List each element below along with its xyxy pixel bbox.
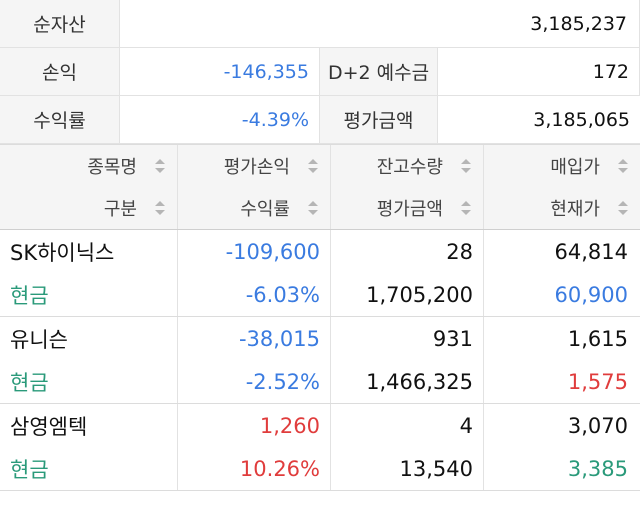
stock-type: 현금 [0, 273, 178, 316]
sort-icon [618, 201, 628, 215]
pnl-label: 손익 [0, 48, 120, 96]
stock-return-rate: -6.03% [178, 273, 331, 316]
header-stock-name[interactable]: 종목명 [0, 145, 178, 187]
stock-current-price: 1,575 [567, 369, 628, 394]
return-label: 수익률 [0, 96, 120, 144]
sort-icon [461, 159, 471, 173]
stock-pnl: -38,015 [178, 317, 331, 360]
table-row[interactable]: 유니슨 -38,015 931 1,615 현금 -2.52% 1,466,32… [0, 317, 640, 404]
deposit-label: D+2 예수금 [320, 48, 438, 96]
stock-type: 현금 [0, 447, 178, 490]
header-eval-pnl[interactable]: 평가손익 [178, 145, 331, 187]
header-quantity[interactable]: 잔고수량 [331, 145, 484, 187]
sort-icon [308, 201, 318, 215]
stock-buy-price: 1,615 [567, 326, 628, 351]
stock-pnl: 1,260 [178, 404, 331, 447]
stock-buy-price: 64,814 [554, 239, 628, 264]
sort-icon [618, 159, 628, 173]
stock-type: 현금 [0, 360, 178, 403]
sort-icon [155, 159, 165, 173]
holdings-header: 종목명 평가손익 잔고수량 매입가 구분 수익률 평가금액 현재가 [0, 144, 640, 230]
stock-quantity: 28 [331, 230, 484, 273]
stock-current-price: 3,385 [567, 456, 628, 481]
header-return-rate[interactable]: 수익률 [178, 187, 331, 229]
eval-label: 평가금액 [320, 96, 438, 144]
sort-icon [461, 201, 471, 215]
stock-eval-amount: 13,540 [331, 447, 484, 490]
pnl-value: -146,355 [120, 48, 320, 96]
stock-quantity: 931 [331, 317, 484, 360]
deposit-value: 172 [438, 48, 640, 96]
stock-current-price: 60,900 [554, 282, 628, 307]
table-row[interactable]: 삼영엠텍 1,260 4 3,070 현금 10.26% 13,540 3,38… [0, 404, 640, 491]
header-type[interactable]: 구분 [0, 187, 178, 229]
table-row[interactable]: SK하이닉스 -109,600 28 64,814 현금 -6.03% 1,70… [0, 230, 640, 317]
stock-name: SK하이닉스 [0, 230, 178, 273]
stock-return-rate: -2.52% [178, 360, 331, 403]
stock-buy-price: 3,070 [567, 413, 628, 438]
stock-quantity: 4 [331, 404, 484, 447]
stock-pnl: -109,600 [178, 230, 331, 273]
stock-name: 삼영엠텍 [0, 404, 178, 447]
stock-return-rate: 10.26% [178, 447, 331, 490]
header-eval-amount[interactable]: 평가금액 [331, 187, 484, 229]
stock-eval-amount: 1,466,325 [331, 360, 484, 403]
net-assets-label: 순자산 [0, 0, 120, 48]
eval-value: 3,185,065 [438, 96, 640, 144]
stock-eval-amount: 1,705,200 [331, 273, 484, 316]
account-summary: 순자산 3,185,237 손익 -146,355 D+2 예수금 172 수익… [0, 0, 640, 144]
header-buy-price[interactable]: 매입가 [484, 145, 640, 187]
return-value: -4.39% [120, 96, 320, 144]
sort-icon [308, 159, 318, 173]
stock-name: 유니슨 [0, 317, 178, 360]
sort-icon [155, 201, 165, 215]
header-current-price[interactable]: 현재가 [484, 187, 640, 229]
net-assets-value: 3,185,237 [120, 0, 640, 48]
